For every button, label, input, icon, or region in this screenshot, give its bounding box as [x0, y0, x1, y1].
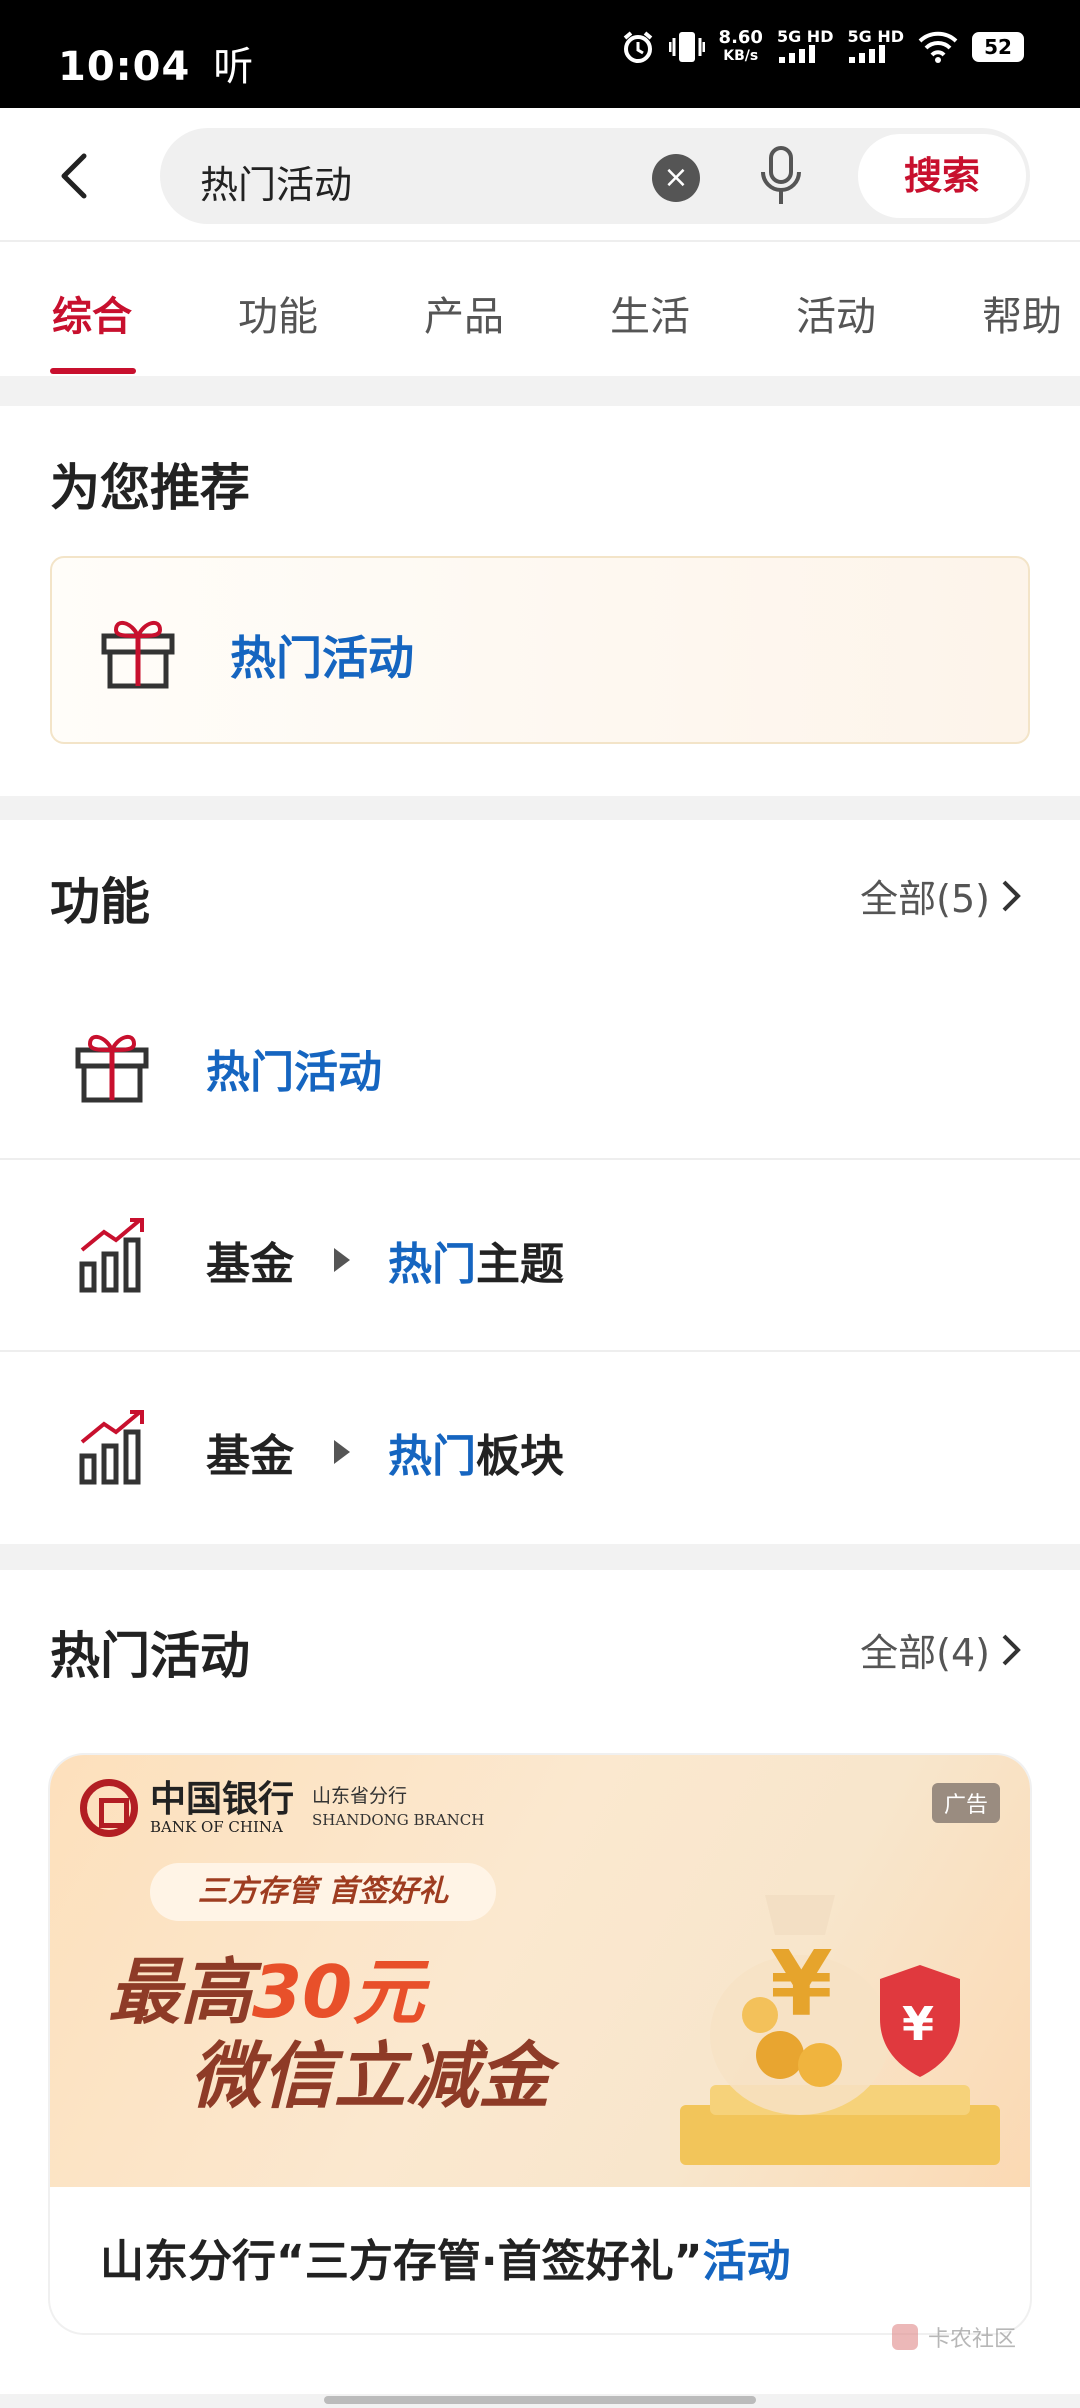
watermark: 卡农社区 [888, 2320, 1016, 2354]
bank-name-en: BANK OF CHINA [150, 1818, 283, 1836]
fund-label: 基金 [206, 1239, 294, 1290]
signal-sim1: 5G HD [777, 28, 833, 66]
chevron-right-icon [1002, 880, 1021, 911]
gift-icon [101, 620, 175, 689]
function-title: 热门主题 [388, 1239, 564, 1290]
function-title: 热门板块 [388, 1431, 564, 1482]
banner-image: 中国银行 BANK OF CHINA 山东省分行 SHANDONG BRANCH… [50, 1755, 1030, 2187]
money-bag-illustration: ¥ ¥ [680, 1895, 1000, 2165]
divider [0, 1350, 1080, 1352]
tab-help[interactable]: 帮助 [982, 284, 1062, 342]
tab-all[interactable]: 综合 [52, 284, 132, 342]
signal-sim2: 5G HD [847, 28, 904, 66]
function-row-fund-theme[interactable]: 基金 热门主题 [0, 1162, 1080, 1352]
activities-more-link[interactable]: 全部(4) [860, 1622, 1024, 1677]
alarm-icon [623, 31, 652, 63]
vibrate-icon [668, 32, 705, 62]
recommend-section: 为您推荐 热门活动 [0, 406, 1080, 796]
branch-name-en: SHANDONG BRANCH [312, 1811, 485, 1829]
function-row-hot-activity[interactable]: 热门活动 [0, 970, 1080, 1160]
bank-name: 中国银行 [150, 1778, 295, 1820]
network-speed: 8.60 KB/s [718, 27, 763, 64]
bank-logo: 中国银行 BANK OF CHINA 山东省分行 SHANDONG BRANCH [80, 1779, 484, 1837]
functions-section: 功能 全部(5) 热门活动 基金 热门主题 基金 热门板块 [0, 820, 1080, 1544]
watermark-logo-icon [891, 2324, 918, 2350]
back-arrow-icon[interactable] [50, 146, 106, 206]
fund-label: 基金 [206, 1431, 294, 1482]
activities-more-label: 全部(4) [860, 1631, 990, 1675]
boc-emblem-icon [80, 1779, 138, 1837]
activities-title: 热门活动 [50, 1627, 250, 1685]
ad-badge: 广告 [931, 1783, 1000, 1823]
activity-caption: 山东分行“三方存管·首签好礼”活动 [100, 2236, 791, 2287]
functions-more-label: 全部(5) [860, 877, 990, 921]
activities-section: 热门活动 全部(4) 中国银行 BANK OF CHINA 山东省分行 SHAN… [0, 1570, 1080, 2394]
battery-indicator: 52 [972, 32, 1024, 62]
category-tabs: 综合 功能 产品 生活 活动 帮助 [0, 242, 1080, 376]
caret-right-icon [334, 1248, 350, 1272]
search-input[interactable]: 热门活动 [200, 154, 352, 209]
listen-icon: 听 [213, 44, 255, 90]
promo-subheadline: 微信立减金 [190, 2034, 551, 2118]
functions-title: 功能 [50, 873, 150, 931]
caret-right-icon [334, 1440, 350, 1464]
divider [0, 1158, 1080, 1160]
active-tab-indicator [50, 368, 136, 374]
clear-icon[interactable]: × [652, 154, 700, 202]
chevron-right-icon [1002, 1634, 1021, 1665]
gift-icon [75, 1034, 149, 1103]
status-bar: 10:04 听 8.60 KB/s 5G HD 5G HD 52 [0, 0, 1080, 108]
search-button[interactable]: 搜索 [858, 134, 1026, 218]
tab-activities[interactable]: 活动 [796, 284, 876, 342]
recommend-title: 为您推荐 [50, 459, 250, 517]
activity-banner-card[interactable]: 中国银行 BANK OF CHINA 山东省分行 SHANDONG BRANCH… [50, 1755, 1030, 2333]
microphone-icon[interactable] [755, 144, 807, 208]
tab-life[interactable]: 生活 [610, 284, 690, 342]
promo-pill: 三方存管 首签好礼 [150, 1863, 496, 1921]
search-box[interactable]: 热门活动 × 搜索 [160, 128, 1030, 224]
tab-functions[interactable]: 功能 [238, 284, 318, 342]
svg-text:¥: ¥ [902, 1997, 934, 2051]
chart-growth-icon [79, 1218, 144, 1293]
recommend-item[interactable]: 热门活动 [50, 556, 1030, 744]
chart-growth-icon [79, 1410, 144, 1485]
recommend-item-label: 热门活动 [230, 631, 414, 685]
status-time: 10:04 听 [58, 44, 255, 90]
functions-more-link[interactable]: 全部(5) [860, 868, 1024, 923]
svg-text:¥: ¥ [770, 1932, 833, 2037]
branch-name: 山东省分行 [312, 1785, 408, 1807]
wifi-icon [918, 31, 958, 63]
search-header: 热门活动 × 搜索 [0, 108, 1080, 242]
function-row-fund-sector[interactable]: 基金 热门板块 [0, 1354, 1080, 1544]
home-indicator[interactable] [324, 2396, 756, 2404]
function-label: 热门活动 [206, 1047, 382, 1098]
tab-products[interactable]: 产品 [424, 284, 504, 342]
